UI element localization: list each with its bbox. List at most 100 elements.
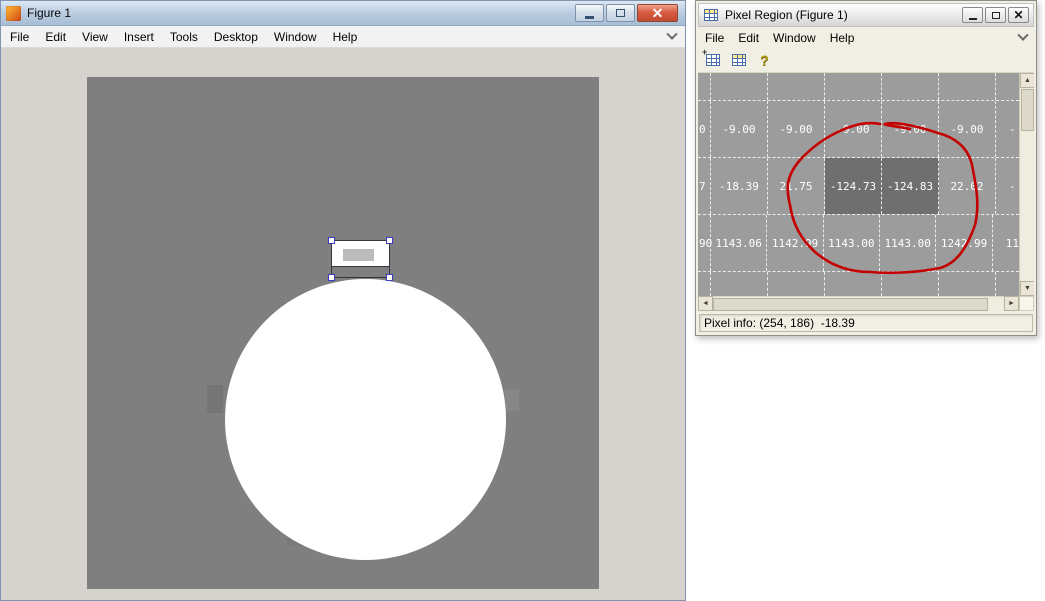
pixel-region-titlebar[interactable]: Pixel Region (Figure 1) ✕ [698, 3, 1034, 27]
pixel-grid-row: 901143.061142.991143.001143.001242.9911 [698, 215, 1019, 272]
close-button[interactable]: ✕ [637, 4, 678, 22]
pixel-region-selection-rectangle[interactable] [331, 240, 390, 278]
pixel-grid-button[interactable] [729, 51, 748, 70]
scroll-down-icon: ▼ [1024, 285, 1031, 292]
status-bar: Pixel info: (254, 186) -18.39 [698, 311, 1034, 333]
pixel-value-cell [711, 73, 768, 100]
help-button[interactable]: ? [755, 51, 774, 70]
pixel-value-cell [825, 73, 882, 100]
pixel-value-cell [768, 272, 825, 296]
pixel-value-cell [996, 272, 1019, 296]
maximize-icon [616, 9, 625, 17]
pixel-region-app-icon [703, 7, 719, 23]
menu-insert[interactable]: Insert [124, 30, 154, 44]
horizontal-scrollbar-row: ◄ ► [698, 296, 1034, 311]
pixel-value-cell: -9.00 [825, 101, 882, 157]
pixel-value-cell: -9.00 [768, 101, 825, 157]
vertical-scrollbar-thumb[interactable] [1021, 89, 1034, 131]
pixel-value-cell [939, 73, 996, 100]
menu-help[interactable]: Help [333, 30, 358, 44]
menu-tools[interactable]: Tools [170, 30, 198, 44]
menu-window[interactable]: Window [773, 31, 816, 45]
close-icon: ✕ [652, 6, 664, 20]
pixel-value-cell [939, 272, 996, 296]
horizontal-scrollbar-track[interactable] [713, 296, 1004, 311]
pixel-value-cell: - [996, 158, 1019, 214]
figure-titlebar[interactable]: Figure 1 ✕ [1, 1, 685, 26]
pixel-region-window-controls: ✕ [962, 7, 1029, 23]
minimize-icon [969, 18, 977, 20]
scroll-down-button[interactable]: ▼ [1020, 281, 1034, 296]
maximize-button[interactable] [606, 4, 635, 22]
pixel-grid-spacer-row [698, 272, 1019, 296]
minimize-button[interactable] [962, 7, 983, 23]
menu-desktop[interactable]: Desktop [214, 30, 258, 44]
pixel-value-cell: 1143.06 [711, 215, 767, 271]
image-artifact [207, 385, 223, 413]
new-pixel-region-button[interactable]: + [703, 51, 722, 70]
pixel-value-cell [996, 73, 1019, 100]
image-display[interactable] [87, 77, 599, 589]
pixel-region-toolbar: + ? [698, 48, 1034, 73]
menu-edit[interactable]: Edit [45, 30, 66, 44]
menu-file[interactable]: File [705, 31, 724, 45]
menubar-chevron-icon[interactable] [1017, 29, 1028, 40]
close-icon: ✕ [1013, 9, 1023, 21]
selection-inner-rect [332, 241, 389, 267]
selection-handle-top-left[interactable] [328, 237, 335, 244]
pixel-grid-area: 0-9.00-9.00-9.00-9.00-9.00-7-18.3921.75-… [698, 73, 1034, 296]
pixel-region-window: Pixel Region (Figure 1) ✕ File Edit Wind… [695, 0, 1037, 336]
pixel-region-menubar: File Edit Window Help [698, 27, 1034, 48]
horizontal-scrollbar-thumb[interactable] [713, 298, 988, 311]
scroll-left-button[interactable]: ◄ [698, 296, 713, 311]
pixel-value-cell: 1142.99 [767, 215, 823, 271]
scroll-right-icon: ► [1008, 300, 1015, 307]
selection-inner-content [343, 249, 374, 261]
menu-help[interactable]: Help [830, 31, 855, 45]
table-icon [732, 54, 746, 66]
pixel-grid: 0-9.00-9.00-9.00-9.00-9.00-7-18.3921.75-… [698, 73, 1019, 296]
menubar-chevron-icon[interactable] [666, 28, 677, 39]
vertical-scrollbar-track[interactable] [1020, 132, 1034, 281]
menu-file[interactable]: File [10, 30, 29, 44]
help-icon: ? [760, 52, 769, 68]
pixel-value-cell [698, 73, 711, 100]
minimize-button[interactable] [575, 4, 604, 22]
scroll-right-button[interactable]: ► [1004, 296, 1019, 311]
close-button[interactable]: ✕ [1008, 7, 1029, 23]
pixel-value-cell: 7 [698, 158, 711, 214]
table-plus-icon [706, 54, 720, 66]
scroll-up-button[interactable]: ▲ [1020, 73, 1034, 88]
selection-handle-bottom-right[interactable] [386, 274, 393, 281]
desktop: Figure 1 ✕ File Edit View Insert Tools D… [0, 0, 1045, 601]
menu-edit[interactable]: Edit [738, 31, 759, 45]
pixel-grid-row: 7-18.3921.75-124.73-124.8322.02- [698, 158, 1019, 215]
white-circle [225, 279, 506, 560]
pixel-value-cell: 1242.99 [936, 215, 992, 271]
pixel-value-cell: 1143.00 [824, 215, 880, 271]
selection-handle-top-right[interactable] [386, 237, 393, 244]
menu-window[interactable]: Window [274, 30, 317, 44]
pixel-region-window-title: Pixel Region (Figure 1) [725, 8, 848, 22]
pixel-value-cell [711, 272, 768, 296]
pixel-value-cell: -124.83 [882, 158, 939, 214]
scroll-up-icon: ▲ [1024, 77, 1031, 84]
pixel-info-text: Pixel info: (254, 186) -18.39 [699, 314, 1033, 332]
pixel-value-cell [825, 272, 882, 296]
pixel-value-cell: 0 [698, 101, 711, 157]
selection-handle-bottom-left[interactable] [328, 274, 335, 281]
maximize-icon [992, 12, 1000, 19]
figure-window-controls: ✕ [575, 4, 680, 22]
figure-window: Figure 1 ✕ File Edit View Insert Tools D… [0, 0, 686, 601]
minimize-icon [585, 16, 594, 19]
vertical-scrollbar[interactable]: ▲ ▼ [1019, 73, 1034, 296]
pixel-value-cell: -9.00 [711, 101, 768, 157]
pixel-value-cell: -9.00 [882, 101, 939, 157]
plus-icon: + [702, 47, 707, 57]
maximize-button[interactable] [985, 7, 1006, 23]
figure-window-title: Figure 1 [27, 6, 71, 20]
menu-view[interactable]: View [82, 30, 108, 44]
matlab-figure-icon [6, 6, 21, 21]
pixel-value-cell [768, 73, 825, 100]
figure-menubar: File Edit View Insert Tools Desktop Wind… [1, 26, 685, 48]
